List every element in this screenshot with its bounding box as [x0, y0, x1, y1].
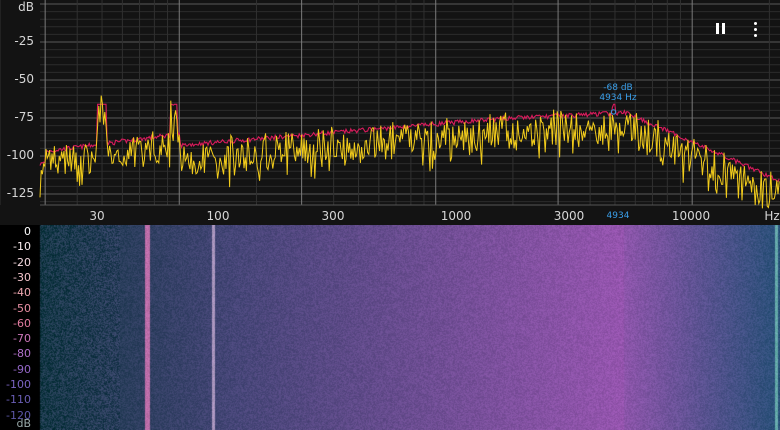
spectrogram-scale-label: -70	[13, 332, 31, 346]
spectrogram-scale-label: -100	[6, 378, 31, 391]
spectrogram-scale-label: -20	[13, 255, 31, 269]
pause-icon[interactable]	[710, 18, 732, 40]
more-vert-icon[interactable]	[744, 18, 766, 40]
y-tick-label: -100	[6, 148, 34, 162]
spectrogram-scale-label: -80	[13, 347, 31, 361]
y-tick-label: -50	[14, 72, 34, 86]
peak-frequency-marker: 4934	[606, 211, 630, 221]
y-tick-label: -75	[14, 110, 34, 124]
spectrum-y-unit: dB	[18, 0, 34, 14]
spectrogram-scale-label: -30	[13, 270, 31, 284]
spectrum-plot[interactable]	[0, 0, 780, 225]
x-tick-label: 300	[321, 209, 345, 223]
spectrogram-scale-label: -60	[13, 316, 31, 330]
spectrum-grid	[0, 0, 780, 206]
spectrogram-waterfall	[0, 225, 780, 430]
spectrogram-unit: dB	[16, 417, 31, 430]
live-spectrum-curve	[39, 95, 780, 209]
spectrogram[interactable]: 0 -10 -20 -30 -40 -50 -60 -70 -80 -90 -100 -110 -120…	[0, 225, 780, 430]
y-tick-label: -25	[14, 34, 34, 48]
x-tick-label: 30	[89, 209, 105, 223]
spectrogram-scale-label: -40	[13, 286, 31, 300]
x-tick-label: 3000	[553, 209, 585, 223]
x-tick-label: 1000	[440, 209, 472, 223]
spectrogram-scale-label: -110	[6, 393, 31, 407]
x-tick-label: 100	[206, 209, 230, 223]
spectrogram-scale-label: -10	[13, 240, 31, 254]
x-unit-label: Hz	[764, 209, 780, 223]
spectrogram-scale-label: 0	[24, 225, 31, 238]
y-tick-label: -125	[6, 186, 34, 200]
spectrum-analyzer[interactable]: dB -25 -50 -75 -100 -125 30 100 300 1000…	[0, 0, 780, 225]
peak-db-readout: -68 dB	[603, 83, 633, 93]
spectrogram-scale-label: -90	[13, 362, 31, 376]
spectrogram-scale-label: -50	[13, 301, 31, 315]
peak-hz-readout: 4934 Hz	[599, 93, 637, 103]
x-tick-label: 10000	[671, 209, 711, 223]
